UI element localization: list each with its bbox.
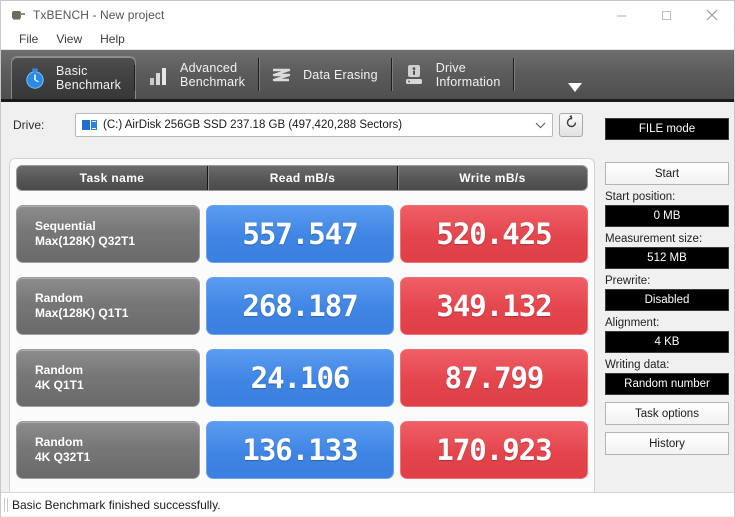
table-row: Random 4K Q32T1 136.133 170.923: [16, 421, 588, 479]
tab-advanced-benchmark[interactable]: Advanced Benchmark: [136, 50, 260, 99]
alignment-label: Alignment:: [605, 317, 660, 329]
task-line1: Sequential: [35, 219, 96, 233]
table-row: Sequential Max(128K) Q32T1 557.547 520.4…: [16, 205, 588, 263]
write-value-cell: 520.425: [400, 205, 588, 263]
read-value-cell: 557.547: [206, 205, 394, 263]
tab-drive-line1: Drive: [435, 60, 466, 75]
tab-advanced-line1: Advanced: [180, 60, 238, 75]
start-position-label: Start position:: [605, 191, 676, 203]
write-value-cell: 87.799: [400, 349, 588, 407]
write-value-cell: 349.132: [400, 277, 588, 335]
txbench-window: TxBENCH - New project File View Help Bas…: [0, 0, 735, 517]
task-line2: Max(128K) Q32T1: [35, 234, 136, 248]
read-value-cell: 268.187: [206, 277, 394, 335]
status-message: Basic Benchmark finished successfully.: [12, 497, 221, 512]
chevron-down-icon: [532, 122, 548, 129]
results-header-row: Task name Read mB/s Write mB/s: [16, 165, 588, 191]
read-value-cell: 24.106: [206, 349, 394, 407]
refresh-drives-button[interactable]: [559, 113, 583, 137]
menu-bar: File View Help: [1, 29, 734, 50]
writing-data-label: Writing data:: [605, 359, 670, 371]
write-value-cell: 170.923: [400, 421, 588, 479]
task-line2: 4K Q1T1: [35, 378, 84, 392]
task-line1: Random: [35, 291, 83, 305]
task-name-cell[interactable]: Sequential Max(128K) Q32T1: [16, 205, 200, 263]
status-bar: Basic Benchmark finished successfully.: [1, 492, 734, 516]
tab-overflow-button[interactable]: [566, 78, 584, 96]
results-panel: Task name Read mB/s Write mB/s Sequentia…: [9, 158, 595, 498]
refresh-icon: [564, 114, 579, 135]
writing-data-value[interactable]: Random number: [605, 373, 729, 395]
chevron-down-icon: [568, 82, 582, 92]
history-button[interactable]: History: [605, 432, 729, 455]
tab-basic-benchmark-label: Basic Benchmark: [56, 64, 121, 92]
file-mode-button[interactable]: FILE mode: [605, 118, 729, 140]
prewrite-value[interactable]: Disabled: [605, 289, 729, 311]
tab-drive-information[interactable]: Drive Information: [392, 50, 515, 99]
eraser-wave-icon: [269, 62, 295, 88]
alignment-value[interactable]: 4 KB: [605, 331, 729, 353]
prewrite-label: Prewrite:: [605, 275, 651, 287]
task-line1: Random: [35, 435, 83, 449]
drive-select[interactable]: (C:) AirDisk 256GB SSD 237.18 GB (497,42…: [75, 113, 553, 137]
menu-item-view[interactable]: View: [47, 29, 91, 50]
column-header-read: Read mB/s: [207, 166, 397, 190]
drive-info-icon: [402, 62, 428, 88]
main-content: Drive: (C:) AirDisk 256GB SSD 237.18 GB …: [1, 110, 734, 517]
tab-advanced-benchmark-label: Advanced Benchmark: [180, 61, 245, 89]
stopwatch-icon: [22, 65, 48, 91]
read-value-cell: 136.133: [206, 421, 394, 479]
disk-icon: [82, 119, 98, 131]
tab-basic-line2: Benchmark: [56, 78, 122, 92]
bar-chart-icon: [146, 62, 172, 88]
status-grip: [4, 497, 8, 512]
start-button[interactable]: Start: [605, 162, 729, 185]
app-plug-icon: [10, 7, 26, 23]
options-sidebar: FILE mode Start Start position: 0 MB Mea…: [605, 118, 729, 455]
tab-data-erasing[interactable]: Data Erasing: [259, 50, 392, 99]
drive-selected-value: (C:) AirDisk 256GB SSD 237.18 GB (497,42…: [103, 119, 403, 131]
minimize-button[interactable]: [599, 1, 644, 29]
task-line1: Random: [35, 363, 83, 377]
measurement-size-value[interactable]: 512 MB: [605, 247, 729, 269]
close-button[interactable]: [689, 1, 734, 29]
tab-data-erasing-label: Data Erasing: [303, 67, 378, 82]
tab-drive-information-label: Drive Information: [436, 61, 501, 89]
tab-basic-benchmark[interactable]: Basic Benchmark: [11, 56, 137, 99]
measurement-size-label: Measurement size:: [605, 233, 703, 245]
window-title: TxBENCH - New project: [33, 7, 165, 22]
task-name-cell[interactable]: Random 4K Q32T1: [16, 421, 200, 479]
task-name-cell[interactable]: Random 4K Q1T1: [16, 349, 200, 407]
menu-item-help[interactable]: Help: [91, 29, 134, 50]
task-options-button[interactable]: Task options: [605, 402, 729, 425]
maximize-button[interactable]: [644, 1, 689, 29]
menu-item-file[interactable]: File: [10, 29, 47, 50]
tab-drive-line2: Information: [435, 74, 501, 89]
window-controls: [599, 1, 734, 29]
task-line2: Max(128K) Q1T1: [35, 306, 129, 320]
task-name-cell[interactable]: Random Max(128K) Q1T1: [16, 277, 200, 335]
table-row: Random Max(128K) Q1T1 268.187 349.132: [16, 277, 588, 335]
drive-label: Drive:: [13, 118, 45, 132]
title-bar: TxBENCH - New project: [1, 1, 734, 29]
column-header-write: Write mB/s: [397, 166, 587, 190]
tab-basic-line1: Basic: [56, 64, 88, 78]
table-row: Random 4K Q1T1 24.106 87.799: [16, 349, 588, 407]
tab-strip: Basic Benchmark Advanced Benchmark Data …: [1, 50, 734, 102]
column-header-task-name: Task name: [79, 171, 145, 185]
tab-advanced-line2: Benchmark: [180, 74, 246, 89]
start-position-value[interactable]: 0 MB: [605, 205, 729, 227]
task-line2: 4K Q32T1: [35, 450, 91, 464]
